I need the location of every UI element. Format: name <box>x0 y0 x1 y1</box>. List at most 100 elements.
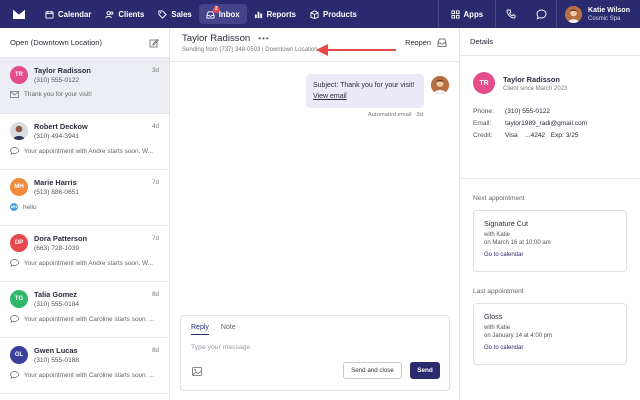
nav-sales[interactable]: Sales <box>151 4 198 24</box>
next-appointment-card: Signature Cut with Katie on March 16 at … <box>473 210 627 272</box>
conversation-preview: Thank you for your visit! <box>24 91 92 98</box>
message-composer: Reply Note Send and close Send <box>180 315 450 391</box>
phone-label: Phone: <box>473 108 494 115</box>
tag-icon <box>158 9 168 19</box>
user-avatar <box>565 5 583 23</box>
top-nav: Calendar Clients Sales 2 Inbox Reports P… <box>0 0 640 28</box>
inbox-tray-icon <box>437 38 447 47</box>
message-input[interactable] <box>191 344 431 351</box>
conversation-preview: Your appointment with Caroline starts so… <box>24 371 155 379</box>
tab-reply[interactable]: Reply <box>191 324 209 335</box>
appointment-service: Gloss <box>484 312 503 321</box>
user-photo-icon <box>565 5 583 23</box>
last-appointment-title: Last appointment <box>473 288 524 295</box>
conversation-preview: hello <box>23 203 37 211</box>
conversation-time: 8d <box>152 291 159 298</box>
client-email: taylor1989_radi@gmail.com <box>505 120 588 127</box>
phone-button[interactable] <box>496 0 526 28</box>
user-name: Katie Wilson <box>588 6 630 14</box>
conversation-item[interactable]: GL Gwen Lucas (310) 555-0188 8d Your app… <box>0 338 169 394</box>
client-name[interactable]: Taylor Radisson <box>503 75 567 84</box>
chat-icon <box>10 259 19 267</box>
credit-label: Credit: <box>473 132 493 139</box>
nav-products[interactable]: Products <box>303 4 364 24</box>
message: Subject: Thank you for your visit! View … <box>306 74 449 108</box>
conversation-name: Marie Harris <box>34 178 77 187</box>
conversation-name: Talia Gomez <box>34 290 77 299</box>
nav-label: Calendar <box>58 9 92 19</box>
more-options-icon[interactable]: ••• <box>258 34 269 43</box>
nav-clients[interactable]: Clients <box>98 4 151 24</box>
conversation-phone: (310) 555-0184 <box>34 301 80 308</box>
client-since: Client since March 2023 <box>503 85 568 92</box>
conversation-item[interactable]: TG Talia Gomez (310) 555-0184 8d Your ap… <box>0 282 169 338</box>
avatar: DP <box>10 234 28 252</box>
conversation-time: 7d <box>152 179 159 186</box>
client-avatar: TR <box>473 72 495 94</box>
conversation-item[interactable]: Robert Deckow (310) 494-3941 4d Your app… <box>0 114 169 170</box>
box-icon <box>310 9 319 19</box>
user-org: Cosmic Spa <box>588 15 621 22</box>
nav-reports[interactable]: Reports <box>247 4 303 24</box>
inbox-badge: 2 <box>212 6 220 13</box>
nav-label: Products <box>323 9 357 19</box>
go-to-calendar-link[interactable]: Go to calendar <box>484 345 616 351</box>
chat-icon <box>10 371 19 379</box>
avatar: GL <box>10 346 28 364</box>
conversation-phone: (310) 555-0122 <box>34 77 80 84</box>
last-appointment-card: Gloss with Katie on January 14 at 4:00 p… <box>473 303 627 365</box>
next-appointment-title: Next appointment <box>473 195 525 202</box>
avatar <box>10 122 28 140</box>
client-photo-icon <box>10 122 28 140</box>
sender-photo-icon <box>431 76 449 94</box>
conversation-preview: Your appointment with Andre starts soon.… <box>24 259 154 267</box>
sending-from-label: Sending from (737) 348-0503 | Downtown L… <box>182 47 318 53</box>
apps-button[interactable]: Apps <box>439 10 496 19</box>
conversation-item[interactable]: TR Taylor Radisson (310) 555-0122 3d Tha… <box>0 58 169 114</box>
conversation-panel: Taylor Radisson ••• Sending from (737) 3… <box>170 28 460 400</box>
email-label: Email: <box>473 120 492 127</box>
conversation-phone: (513) 886-0651 <box>34 189 80 196</box>
client-credit: Visa ...4242 Exp: 3/25 <box>505 132 579 139</box>
nav-label: Sales <box>171 9 192 19</box>
nav-label: Inbox <box>218 9 240 19</box>
email-icon <box>10 91 19 98</box>
conversation-preview: Your appointment with Andre starts soon.… <box>24 147 154 155</box>
go-to-calendar-link[interactable]: Go to calendar <box>484 252 616 258</box>
conversation-phone: (310) 494-3941 <box>34 133 80 140</box>
message-bubble: Subject: Thank you for your visit! View … <box>306 74 424 108</box>
view-email-link[interactable]: View email <box>313 91 417 102</box>
image-attach-icon[interactable] <box>192 367 202 376</box>
appointment-date: on January 14 at 4:00 pm <box>484 333 553 339</box>
send-button[interactable]: Send <box>410 362 440 379</box>
conversation-item[interactable]: MH Marie Harris (513) 886-0651 7d MH hel… <box>0 170 169 226</box>
conversation-title: Taylor Radisson <box>182 33 251 44</box>
reopen-label: Reopen <box>405 38 431 47</box>
avatar: TG <box>10 290 28 308</box>
appointment-service: Signature Cut <box>484 219 528 228</box>
details-title: Details <box>460 28 640 56</box>
conversation-preview: Your appointment with Caroline starts so… <box>24 315 155 323</box>
tab-note[interactable]: Note <box>221 324 236 335</box>
user-menu[interactable]: Katie Wilson Cosmic Spa <box>557 5 640 23</box>
nav-label: Clients <box>118 9 145 19</box>
annotation-arrow-icon <box>316 44 396 56</box>
chat-icon <box>10 315 19 323</box>
nav-calendar[interactable]: Calendar <box>38 4 98 24</box>
conversation-item[interactable]: DP Dora Patterson (663) 728-1039 7d Your… <box>0 226 169 282</box>
nav-inbox[interactable]: 2 Inbox <box>198 4 247 24</box>
send-and-close-button[interactable]: Send and close <box>343 362 402 379</box>
compose-icon[interactable] <box>149 38 159 48</box>
chat-button[interactable] <box>526 0 556 28</box>
app-logo-icon[interactable] <box>12 8 26 20</box>
chat-bubble-icon <box>536 9 546 20</box>
appointment-date: on March 16 at 10:00 am <box>484 240 551 246</box>
bar-chart-icon <box>254 11 262 18</box>
filter-dropdown[interactable]: Open (Downtown Location) <box>10 38 102 47</box>
details-panel: Details TR Taylor Radisson Client since … <box>460 28 640 400</box>
client-info: TR Taylor Radisson Client since March 20… <box>460 56 640 179</box>
phone-icon <box>506 9 516 19</box>
chat-icon <box>10 147 19 155</box>
reopen-button[interactable]: Reopen <box>405 38 447 47</box>
grid-icon <box>450 9 460 19</box>
